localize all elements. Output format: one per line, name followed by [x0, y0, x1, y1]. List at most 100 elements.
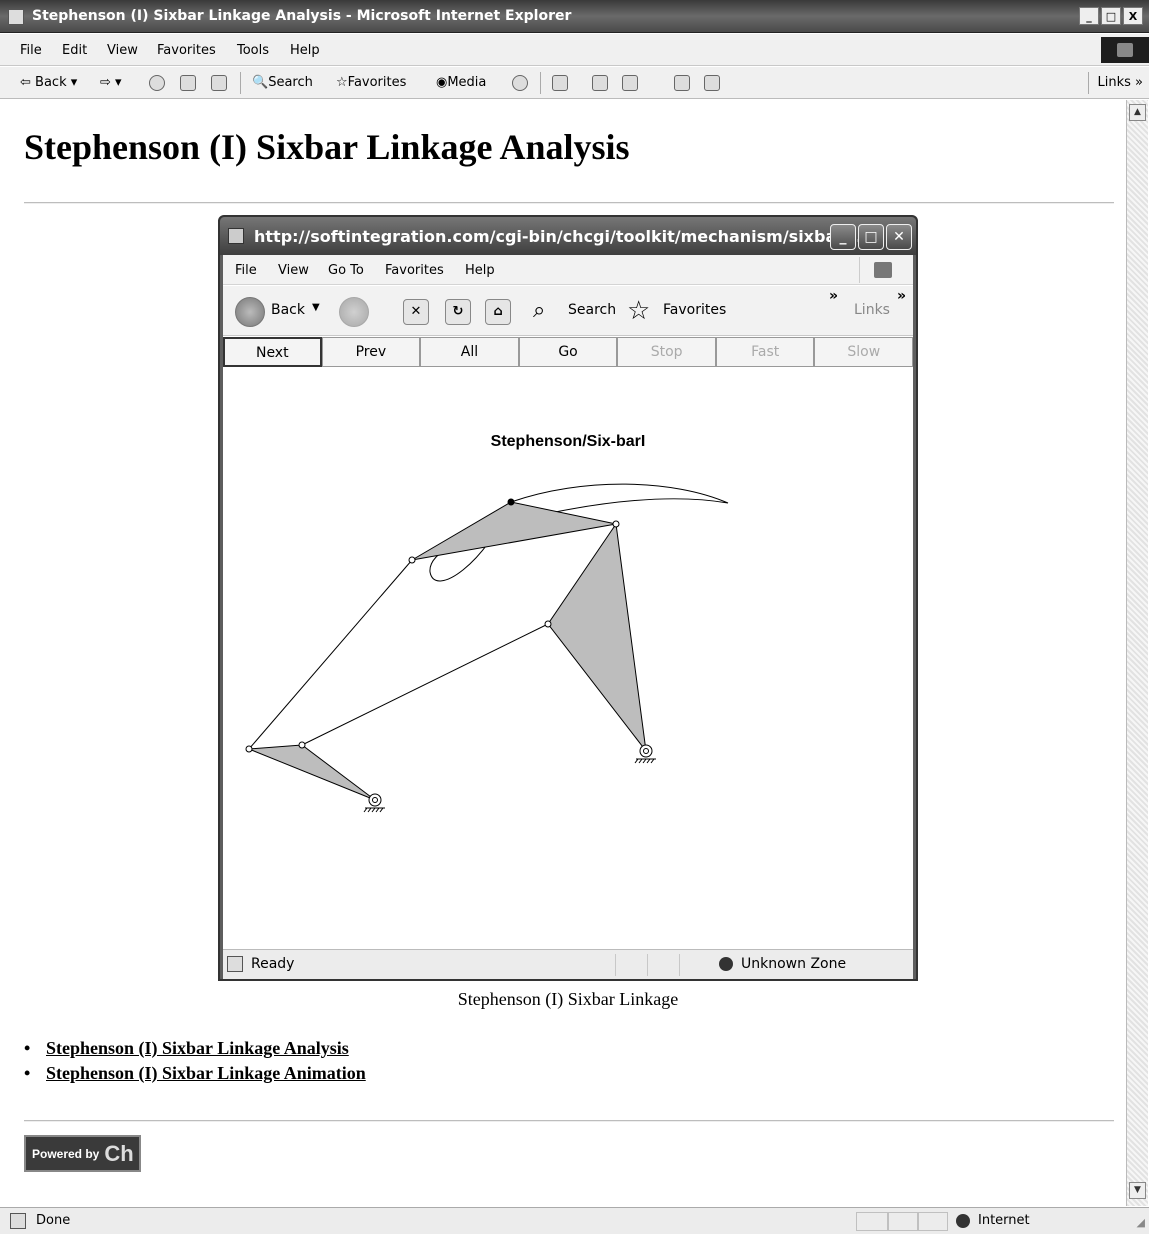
menu-help[interactable]: Help — [290, 43, 320, 58]
stop-icon[interactable] — [149, 75, 165, 91]
ternary-link-right — [547, 522, 647, 753]
links-button[interactable]: Links » — [1098, 75, 1143, 90]
edit-icon[interactable] — [622, 75, 638, 91]
binary-link-middle — [301, 623, 549, 746]
horizontal-rule — [24, 1120, 1114, 1122]
inner-menu-bar: File View Go To Favorites Help — [223, 255, 913, 285]
globe-icon — [956, 1214, 970, 1228]
inner-favorites-label: Favorites — [663, 302, 727, 318]
print-icon[interactable] — [592, 75, 608, 91]
menu-edit[interactable]: Edit — [62, 43, 87, 58]
linkage-plot: Stephenson/Six-barI — [223, 367, 913, 947]
ternary-link-top — [411, 501, 617, 561]
inner-close-button: ✕ — [886, 224, 912, 250]
zone-text: Internet — [978, 1213, 1030, 1228]
animation-link[interactable]: Stephenson (I) Sixbar Linkage Animation — [46, 1063, 366, 1083]
inner-window-controls: _ □ ✕ — [830, 224, 912, 250]
toolbar-overflow-chevron: » — [829, 288, 839, 304]
all-button: All — [420, 337, 519, 367]
horizontal-rule — [24, 202, 1114, 204]
powered-by-ch-logo[interactable]: Powered by Ch — [24, 1135, 141, 1172]
inner-window-body: File View Go To Favorites Help Back ▼ ✕ … — [223, 255, 914, 979]
inner-menu-file: File — [235, 263, 257, 278]
favorites-star-icon: ☆ — [627, 296, 651, 326]
search-button[interactable]: 🔍Search — [252, 75, 313, 90]
next-button: Next — [223, 337, 322, 367]
scroll-down-arrow-icon[interactable]: ▼ — [1129, 1182, 1146, 1199]
bullet: • — [24, 1038, 31, 1058]
search-magnifier-icon: ⌕ — [533, 298, 546, 323]
media-button[interactable]: ◉Media — [436, 75, 486, 90]
joint — [612, 520, 620, 528]
joint — [408, 556, 416, 564]
status-pane — [918, 1212, 948, 1231]
search-label: Search — [268, 75, 313, 90]
menu-file[interactable]: File — [20, 43, 42, 58]
window-title: Stephenson (I) Sixbar Linkage Analysis -… — [32, 8, 572, 24]
discuss-icon[interactable] — [674, 75, 690, 91]
ie-page-icon — [228, 228, 244, 244]
minimize-button[interactable]: _ — [1079, 7, 1099, 25]
inner-window-titlebar: http://softintegration.com/cgi-bin/chcgi… — [220, 217, 916, 255]
embedded-browser-screenshot: http://softintegration.com/cgi-bin/chcgi… — [218, 215, 918, 981]
refresh-icon[interactable] — [180, 75, 196, 91]
refresh-icon: ↻ — [445, 299, 471, 325]
windows-logo-icon — [859, 257, 907, 283]
inner-links-label: Links — [854, 302, 890, 318]
messenger-icon[interactable] — [704, 75, 720, 91]
analysis-link[interactable]: Stephenson (I) Sixbar Linkage Analysis — [46, 1038, 349, 1058]
maximize-button[interactable]: □ — [1101, 7, 1121, 25]
mail-icon[interactable] — [552, 75, 568, 91]
resize-grip-icon[interactable]: ◢ — [1137, 1216, 1145, 1229]
forward-arrow-icon — [339, 297, 369, 327]
favorites-label: Favorites — [347, 75, 407, 90]
toolbar-separator — [240, 72, 241, 94]
scroll-up-arrow-icon[interactable]: ▲ — [1129, 104, 1146, 121]
slow-button: Slow — [814, 337, 914, 367]
back-label: Back — [35, 75, 67, 90]
inner-menu-goto: Go To — [328, 263, 364, 278]
toolbar-separator — [540, 72, 541, 94]
menu-view[interactable]: View — [107, 43, 138, 58]
go-button: Go — [518, 337, 618, 367]
standard-toolbar: ⇦ Back ▾ ⇨ ▾ 🔍Search ☆Favorites ◉Media L… — [0, 67, 1149, 99]
inner-status-bar: Ready Unknown Zone — [223, 949, 913, 979]
vertical-scrollbar[interactable]: ▲ ▼ — [1126, 100, 1148, 1206]
globe-icon — [719, 957, 733, 971]
home-icon: ⌂ — [485, 299, 511, 325]
stop-icon: ✕ — [403, 299, 429, 325]
inner-maximize-button: □ — [858, 224, 884, 250]
inner-toolbar: Back ▼ ✕ ↻ ⌂ ⌕ Search ☆ Favorites » Link… — [223, 286, 913, 336]
fast-button: Fast — [715, 337, 815, 367]
home-icon[interactable] — [211, 75, 227, 91]
link-list: • Stephenson (I) Sixbar Linkage Analysis … — [24, 1038, 366, 1088]
page-title: Stephenson (I) Sixbar Linkage Analysis — [24, 127, 630, 167]
status-pane — [856, 1212, 888, 1231]
status-divider — [615, 954, 616, 976]
status-divider — [679, 954, 680, 976]
history-icon[interactable] — [512, 75, 528, 91]
page-viewport: Stephenson (I) Sixbar Linkage Analysis h… — [10, 100, 1126, 1206]
ie-page-icon — [8, 9, 24, 25]
status-pane — [888, 1212, 918, 1231]
inner-menu-favorites: Favorites — [385, 263, 444, 278]
back-button[interactable]: ⇦ Back ▾ — [20, 75, 77, 90]
back-arrow-icon — [235, 297, 265, 327]
menu-favorites[interactable]: Favorites — [157, 43, 216, 58]
inner-search-label: Search — [568, 302, 617, 318]
inner-minimize-button: _ — [830, 224, 856, 250]
chevron-down-icon: ▼ — [312, 302, 320, 313]
window-controls: _ □ X — [1079, 7, 1143, 25]
close-button[interactable]: X — [1123, 7, 1143, 25]
ie-page-icon — [227, 956, 243, 972]
status-text: Done — [36, 1213, 71, 1228]
joint — [245, 745, 253, 753]
status-bar: Done Internet ◢ — [0, 1207, 1149, 1234]
forward-button[interactable]: ⇨ ▾ — [100, 75, 122, 90]
window-titlebar: Stephenson (I) Sixbar Linkage Analysis -… — [0, 0, 1149, 33]
inner-menu-view: View — [278, 263, 309, 278]
ternary-link-bottom — [248, 744, 376, 801]
menu-tools[interactable]: Tools — [237, 43, 269, 58]
figure-caption: Stephenson (I) Sixbar Linkage — [457, 989, 679, 1009]
favorites-button[interactable]: ☆Favorites — [336, 75, 406, 90]
